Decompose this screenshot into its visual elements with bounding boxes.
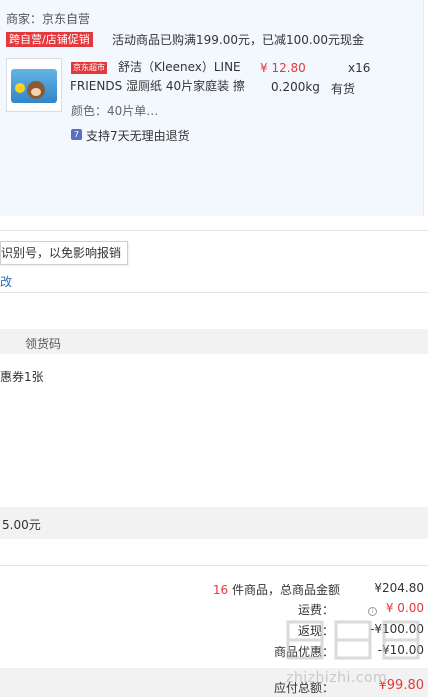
promo-text: 活动商品已购满199.00元，已减100.00元现金 bbox=[112, 33, 364, 47]
bear-face-image bbox=[31, 88, 41, 96]
amount-strip bbox=[0, 507, 428, 539]
watermark-text: zhizhizhi.com bbox=[286, 670, 388, 686]
item-price: ¥ 12.80 bbox=[260, 61, 306, 75]
goods-count-summary: 16 件商品，总商品金额 bbox=[200, 581, 340, 598]
goods-count-suffix: 件商品，总商品金额 bbox=[228, 583, 340, 597]
pickup-code-label: 领货码 bbox=[25, 337, 62, 351]
watermark-logo bbox=[286, 620, 420, 660]
jd-supermarket-tag: 京东超市 bbox=[71, 62, 107, 74]
product-thumbnail[interactable] bbox=[6, 58, 62, 112]
item-quantity: x16 bbox=[348, 61, 371, 75]
seven-day-return-icon: 7 bbox=[71, 129, 82, 140]
edit-invoice-link[interactable]: 改 bbox=[0, 273, 12, 290]
invoice-tooltip: 识别号，以免影响报销 bbox=[0, 241, 129, 265]
color-spec: 颜色：40片单… bbox=[71, 104, 159, 118]
divider bbox=[0, 230, 428, 231]
coupon-count[interactable]: 惠券1张 bbox=[0, 368, 44, 385]
divider bbox=[0, 565, 428, 566]
item-weight: 0.200kg bbox=[271, 80, 320, 94]
merchant-label: 商家：京东自营 bbox=[6, 12, 91, 26]
sally-character-image bbox=[15, 83, 25, 93]
goods-total: ¥204.80 bbox=[374, 581, 424, 595]
goods-count: 16 bbox=[212, 583, 229, 597]
stock-status: 有货 bbox=[331, 82, 356, 96]
pickup-header bbox=[0, 329, 428, 354]
promo-tag: 跨自营/店铺促销 bbox=[6, 32, 93, 47]
return-policy-text: 支持7天无理由退货 bbox=[86, 129, 190, 143]
divider bbox=[0, 292, 428, 293]
amount-value: 5.00元 bbox=[2, 518, 41, 532]
